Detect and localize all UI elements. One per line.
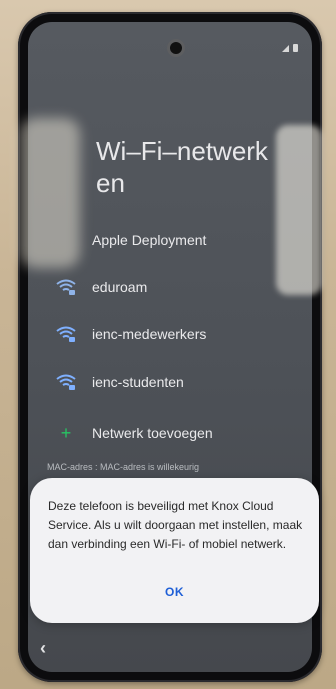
page-title: Wi–Fi–netwerk en <box>96 136 268 198</box>
network-name: ienc-medewerkers <box>92 326 207 342</box>
add-network-button[interactable]: + Netwerk toevoegen <box>54 421 213 445</box>
network-item-eduroam[interactable]: eduroam <box>54 275 147 299</box>
wifi-locked-icon <box>54 322 78 346</box>
mac-address-info: MAC-adres : MAC-adres is willekeurig <box>47 462 200 472</box>
status-bar <box>282 44 298 52</box>
network-name: ienc-studenten <box>92 374 184 390</box>
add-network-label: Netwerk toevoegen <box>92 425 213 441</box>
front-camera <box>170 42 182 54</box>
signal-icon <box>282 45 289 52</box>
network-name: Apple Deployment <box>92 232 207 248</box>
back-button[interactable]: ‹ <box>40 638 46 659</box>
network-item-ienc-medewerkers[interactable]: ienc-medewerkers <box>54 322 206 346</box>
ok-button[interactable]: OK <box>30 585 319 599</box>
network-item-ienc-studenten[interactable]: ienc-studenten <box>54 370 184 394</box>
network-item-apple-deployment[interactable]: Apple Deployment <box>54 228 206 252</box>
wifi-locked-icon <box>54 275 78 299</box>
wifi-locked-icon <box>54 370 78 394</box>
battery-icon <box>293 44 298 52</box>
plus-icon: + <box>60 422 72 443</box>
chevron-left-icon: ‹ <box>40 638 46 658</box>
wifi-locked-icon <box>54 228 78 252</box>
knox-alert-dialog: Deze telefoon is beveiligd met Knox Clou… <box>30 478 319 623</box>
dialog-message: Deze telefoon is beveiligd met Knox Clou… <box>48 499 303 551</box>
network-name: eduroam <box>92 279 148 295</box>
